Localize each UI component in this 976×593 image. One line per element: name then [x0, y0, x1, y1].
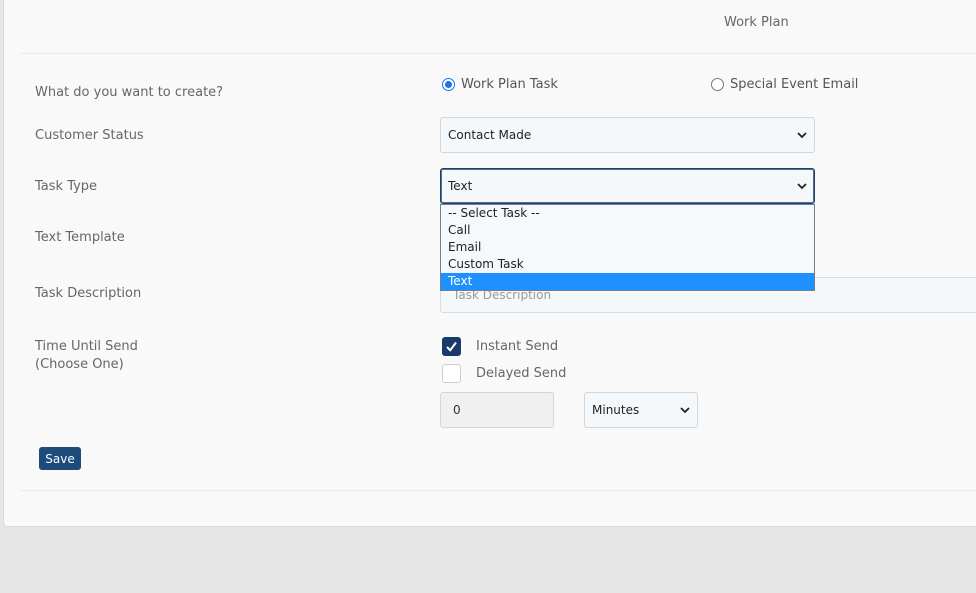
delay-amount-input[interactable]: 0 — [440, 392, 554, 428]
delayed-send-label: Delayed Send — [476, 366, 567, 381]
dropdown-option-custom-task[interactable]: Custom Task — [441, 256, 814, 273]
radio-work-plan-task-label: Work Plan Task — [461, 77, 558, 92]
create-type-label: What do you want to create? — [35, 85, 224, 100]
chevron-down-icon — [680, 407, 690, 414]
customer-status-value: Contact Made — [448, 128, 532, 142]
radio-work-plan-task[interactable]: Work Plan Task — [442, 77, 558, 92]
dropdown-option-email[interactable]: Email — [441, 239, 814, 256]
save-button[interactable]: Save — [39, 447, 81, 470]
time-until-send-label-line1: Time Until Send — [35, 339, 138, 354]
delay-amount-value: 0 — [453, 403, 461, 417]
instant-send-option[interactable]: Instant Send — [442, 337, 558, 356]
chevron-down-icon — [797, 132, 807, 139]
customer-status-select[interactable]: Contact Made — [440, 117, 815, 153]
checkmark-icon — [446, 341, 457, 352]
delayed-send-checkbox[interactable] — [442, 364, 461, 383]
footer-divider — [20, 490, 976, 491]
task-type-dropdown-list: -- Select Task -- Call Email Custom Task… — [440, 204, 815, 291]
dropdown-option-call[interactable]: Call — [441, 222, 814, 239]
delay-unit-value: Minutes — [592, 403, 640, 417]
radio-special-event-email-label: Special Event Email — [730, 77, 859, 92]
header-divider — [20, 53, 976, 54]
task-type-label: Task Type — [35, 179, 98, 194]
time-until-send-label: Time Until Send (Choose One) — [35, 338, 138, 374]
delay-unit-select[interactable]: Minutes — [584, 392, 698, 428]
instant-send-label: Instant Send — [476, 339, 559, 354]
radio-special-event-email[interactable]: Special Event Email — [711, 77, 858, 92]
delayed-send-option[interactable]: Delayed Send — [442, 364, 566, 383]
page-title: Work Plan — [724, 15, 789, 30]
text-template-label: Text Template — [35, 230, 125, 245]
task-type-select[interactable]: Text — [440, 168, 815, 204]
radio-unselected-icon[interactable] — [711, 78, 724, 91]
chevron-down-icon — [797, 183, 807, 190]
instant-send-checkbox[interactable] — [442, 337, 461, 356]
task-description-label: Task Description — [35, 286, 142, 301]
time-until-send-label-line2: (Choose One) — [35, 357, 124, 372]
customer-status-label: Customer Status — [35, 128, 144, 143]
dropdown-option-text[interactable]: Text — [441, 273, 814, 290]
radio-selected-icon[interactable] — [442, 78, 455, 91]
task-type-value: Text — [448, 179, 473, 193]
dropdown-option-select-task[interactable]: -- Select Task -- — [441, 205, 814, 222]
